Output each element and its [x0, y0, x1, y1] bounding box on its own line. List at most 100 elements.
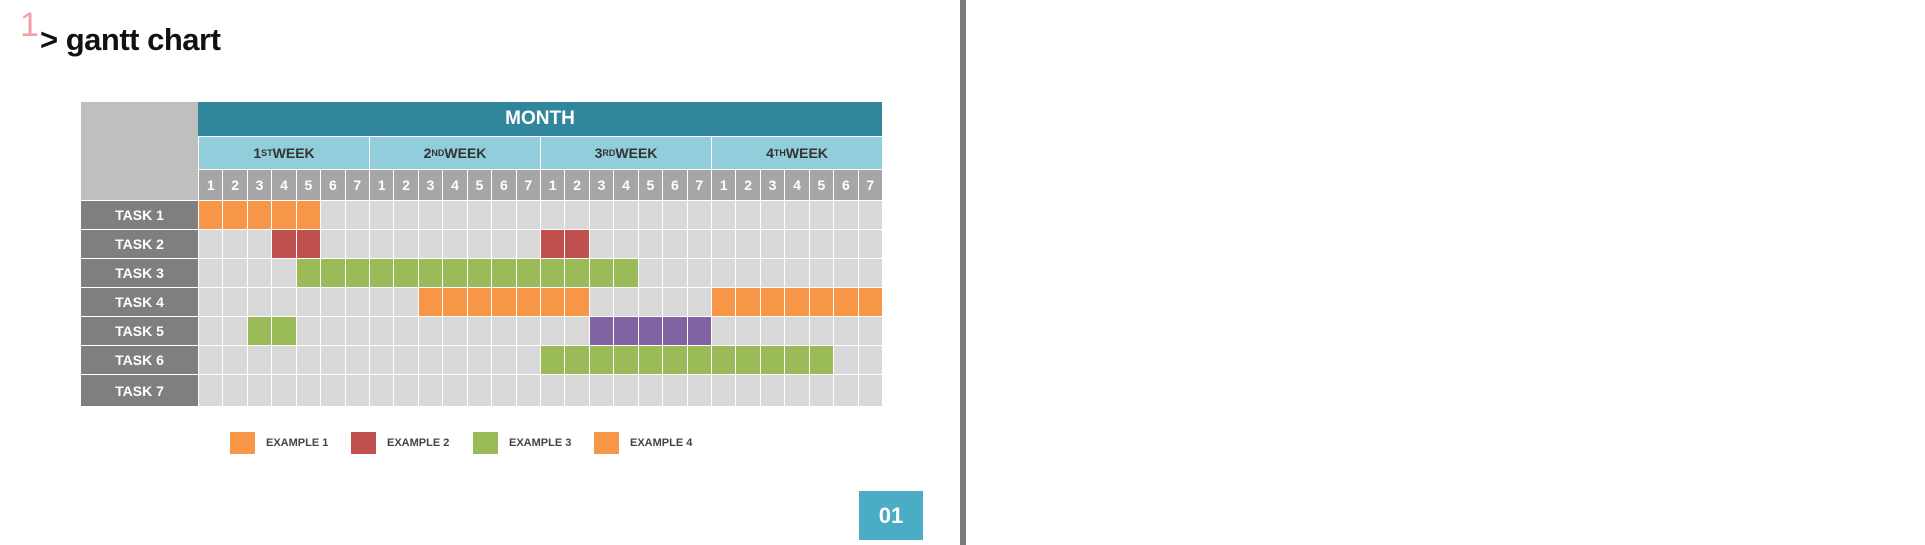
empty-cell — [515, 316, 540, 345]
task-label: TASK 1 — [81, 200, 198, 229]
day-header: 2 — [222, 170, 247, 200]
day-header: 2 — [564, 170, 589, 200]
gantt-bar-cell — [564, 287, 589, 316]
empty-cell — [686, 258, 711, 287]
empty-cell — [662, 229, 687, 258]
empty-cell — [222, 287, 247, 316]
gantt-bar-cell — [711, 287, 736, 316]
corner-cell — [81, 102, 198, 200]
gantt-bar-cell — [246, 200, 272, 229]
empty-cell — [222, 229, 247, 258]
empty-cell — [564, 200, 589, 229]
page-number-badge: 01 — [859, 491, 923, 540]
gantt-bar-cell — [222, 200, 247, 229]
day-header: 4 — [442, 170, 467, 200]
empty-cell — [857, 200, 882, 229]
week-header: 4 TH WEEK — [711, 137, 882, 169]
empty-cell — [369, 200, 394, 229]
week-label: WEEK — [615, 145, 658, 161]
empty-cell — [198, 287, 223, 316]
empty-cell — [491, 345, 516, 374]
empty-cell — [320, 345, 345, 374]
gantt-bar-cell — [759, 345, 785, 374]
empty-cell — [466, 316, 492, 345]
gantt-bar-cell — [759, 287, 785, 316]
empty-cell — [759, 200, 785, 229]
empty-cell — [759, 229, 785, 258]
legend-item: EXAMPLE 3 — [473, 432, 571, 454]
empty-cell — [344, 316, 369, 345]
empty-cell — [491, 316, 516, 345]
task-label: TASK 4 — [81, 287, 198, 316]
empty-cell — [857, 345, 882, 374]
empty-cell — [637, 258, 663, 287]
gantt-bar-cell — [613, 316, 638, 345]
empty-cell — [686, 287, 711, 316]
empty-cell — [222, 374, 247, 406]
empty-cell — [759, 258, 785, 287]
empty-cell — [393, 200, 418, 229]
empty-cell — [784, 374, 809, 406]
empty-cell — [735, 374, 760, 406]
gantt-bar-cell — [417, 258, 443, 287]
empty-cell — [515, 345, 540, 374]
gantt-bar-cell — [662, 316, 687, 345]
week-label: WEEK — [785, 145, 828, 161]
empty-cell — [442, 374, 467, 406]
empty-cell — [784, 258, 809, 287]
empty-cell — [320, 229, 345, 258]
empty-cell — [369, 374, 394, 406]
empty-cell — [833, 316, 858, 345]
empty-cell — [857, 229, 882, 258]
week-number: 3 — [594, 145, 603, 161]
legend-swatch — [351, 432, 376, 454]
day-header: 1 — [540, 170, 565, 200]
empty-cell — [417, 200, 443, 229]
empty-cell — [393, 374, 418, 406]
gantt-bar-cell — [295, 200, 321, 229]
empty-cell — [637, 200, 663, 229]
empty-cell — [735, 200, 760, 229]
empty-cell — [246, 287, 272, 316]
empty-cell — [662, 200, 687, 229]
empty-cell — [686, 374, 711, 406]
empty-cell — [198, 229, 223, 258]
empty-cell — [808, 200, 834, 229]
empty-cell — [588, 374, 614, 406]
day-header: 7 — [515, 170, 540, 200]
day-header: 7 — [857, 170, 882, 200]
empty-cell — [198, 258, 223, 287]
day-header: 4 — [271, 170, 296, 200]
gantt-bar-cell — [637, 345, 663, 374]
empty-cell — [393, 316, 418, 345]
empty-cell — [833, 200, 858, 229]
day-header: 3 — [588, 170, 614, 200]
window-divider[interactable] — [960, 0, 966, 545]
empty-cell — [564, 374, 589, 406]
empty-cell — [613, 374, 638, 406]
empty-cell — [466, 345, 492, 374]
gantt-bar-cell — [369, 258, 394, 287]
empty-cell — [417, 229, 443, 258]
empty-cell — [711, 229, 736, 258]
legend-label: EXAMPLE 1 — [266, 437, 329, 449]
gantt-bar-cell — [564, 229, 589, 258]
empty-cell — [784, 200, 809, 229]
legend-item: EXAMPLE 1 — [230, 432, 328, 454]
gantt-bar-cell — [491, 287, 516, 316]
empty-cell — [711, 316, 736, 345]
gantt-bar-cell — [271, 316, 296, 345]
gantt-bar-cell — [686, 345, 711, 374]
legend-swatch — [230, 432, 255, 454]
gantt-bar-cell — [466, 258, 492, 287]
day-header: 5 — [295, 170, 321, 200]
empty-cell — [417, 345, 443, 374]
empty-cell — [833, 229, 858, 258]
gantt-bar-cell — [491, 258, 516, 287]
empty-cell — [198, 345, 223, 374]
empty-cell — [588, 200, 614, 229]
empty-cell — [246, 345, 272, 374]
day-header: 3 — [417, 170, 443, 200]
gantt-bar-cell — [271, 200, 296, 229]
day-header: 7 — [344, 170, 369, 200]
